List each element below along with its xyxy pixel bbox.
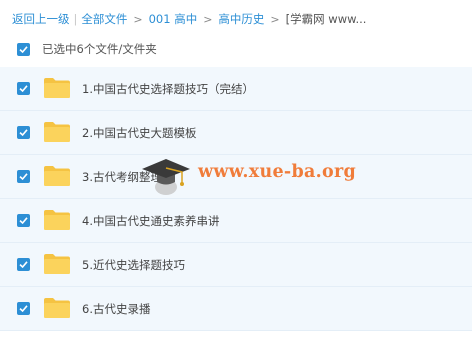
check-icon (19, 305, 28, 313)
chevron-right-icon: > (133, 12, 143, 26)
breadcrumb: 返回上一级 | 全部文件 > 001 高中 > 高中历史 > [学霸网 www.… (12, 11, 468, 27)
folder-icon (44, 254, 70, 274)
folder-icon (44, 122, 70, 142)
check-icon (19, 45, 28, 53)
row-checkbox[interactable] (17, 302, 30, 315)
check-icon (19, 261, 28, 269)
breadcrumb-divider: | (73, 12, 78, 26)
row-checkbox[interactable] (17, 214, 30, 227)
file-name[interactable]: 1.中国古代史选择题技巧（完结） (82, 81, 254, 97)
file-name[interactable]: 4.中国古代史通史素养串讲 (82, 213, 219, 229)
all-files-link[interactable]: 全部文件 (81, 11, 127, 27)
check-icon (19, 217, 28, 225)
file-row[interactable]: 3.古代考纲整理 (0, 155, 472, 199)
folder-icon (44, 78, 70, 98)
select-all-checkbox[interactable] (17, 42, 30, 56)
file-row[interactable]: 6.古代史录播 (0, 287, 472, 331)
check-icon (19, 85, 28, 93)
file-name[interactable]: 5.近代史选择题技巧 (82, 257, 185, 273)
folder-icon (44, 298, 70, 318)
select-all-bar: 已选中6个文件/文件夹 (17, 40, 157, 58)
file-name[interactable]: 6.古代史录播 (82, 301, 150, 317)
file-row[interactable]: 4.中国古代史通史素养串讲 (0, 199, 472, 243)
file-row[interactable]: 5.近代史选择题技巧 (0, 243, 472, 287)
folder-icon (44, 166, 70, 186)
row-checkbox[interactable] (17, 170, 30, 183)
chevron-right-icon: > (270, 12, 280, 26)
selection-summary: 已选中6个文件/文件夹 (42, 42, 157, 56)
check-icon (19, 173, 28, 181)
check-icon (19, 129, 28, 137)
file-row[interactable]: 2.中国古代史大题模板 (0, 111, 472, 155)
breadcrumb-level-2[interactable]: 高中历史 (218, 11, 264, 27)
breadcrumb-level-1[interactable]: 001 高中 (149, 11, 198, 27)
file-name[interactable]: 3.古代考纲整理 (82, 169, 162, 185)
back-link[interactable]: 返回上一级 (12, 11, 70, 27)
file-row[interactable]: 1.中国古代史选择题技巧（完结） (0, 67, 472, 111)
row-checkbox[interactable] (17, 126, 30, 139)
breadcrumb-current: [学霸网 www... (285, 12, 367, 26)
folder-icon (44, 210, 70, 230)
file-list: 1.中国古代史选择题技巧（完结） 2.中国古代史大题模板 3.古代考纲整理 4.… (0, 67, 472, 331)
file-name[interactable]: 2.中国古代史大题模板 (82, 125, 196, 141)
row-checkbox[interactable] (17, 258, 30, 271)
row-checkbox[interactable] (17, 82, 30, 95)
chevron-right-icon: > (203, 12, 213, 26)
